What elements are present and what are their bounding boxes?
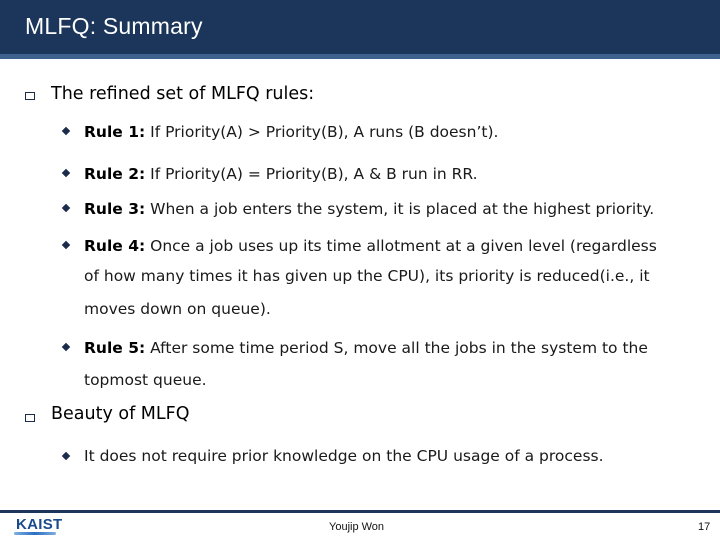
diamond-bullet-icon xyxy=(61,203,71,213)
square-bullet-icon xyxy=(25,414,35,422)
rule-label: Rule 4: xyxy=(84,237,146,255)
rule-item: Rule 2: If Priority(A) = Priority(B), A … xyxy=(84,158,704,190)
rule-item: Rule 1: If Priority(A) > Priority(B), A … xyxy=(84,116,704,148)
diamond-bullet-icon xyxy=(61,451,71,461)
diamond-bullet-icon xyxy=(61,240,71,250)
rule-item: Rule 4: Once a job uses up its time allo… xyxy=(84,230,704,262)
diamond-bullet-icon xyxy=(61,342,71,352)
title-bar-accent xyxy=(0,54,720,59)
rule-text: When a job enters the system, it is plac… xyxy=(150,200,655,218)
logo-swoosh-icon xyxy=(14,532,56,535)
section-heading: Beauty of MLFQ xyxy=(51,404,190,424)
logo-text: KAIST xyxy=(16,516,63,533)
rule-item: Rule 3: When a job enters the system, it… xyxy=(84,193,704,225)
footer-author: Youjip Won xyxy=(329,521,385,533)
rule-label: Rule 1: xyxy=(84,123,146,141)
rule-text-continued: of how many times it has given up the CP… xyxy=(84,267,650,285)
section-heading: The refined set of MLFQ rules: xyxy=(51,84,315,104)
square-bullet-icon xyxy=(25,92,35,100)
slide-title: MLFQ: Summary xyxy=(25,13,203,39)
diamond-bullet-icon xyxy=(61,168,71,178)
rule-text-continued: topmost queue. xyxy=(84,371,207,389)
list-item: It does not require prior knowledge on t… xyxy=(84,447,604,465)
rule-text-continued: moves down on queue). xyxy=(84,300,271,318)
rule-text: After some time period S, move all the j… xyxy=(150,339,648,357)
page-number: 17 xyxy=(698,521,711,533)
rule-text: If Priority(A) > Priority(B), A runs (B … xyxy=(150,123,499,141)
rule-label: Rule 2: xyxy=(84,165,146,183)
diamond-bullet-icon xyxy=(61,126,71,136)
rule-label: Rule 5: xyxy=(84,339,146,357)
rule-text: Once a job uses up its time allotment at… xyxy=(150,237,657,255)
kaist-logo: KAIST xyxy=(14,516,62,536)
rule-label: Rule 3: xyxy=(84,200,146,218)
rule-item: Rule 5: After some time period S, move a… xyxy=(84,332,704,364)
rule-text: If Priority(A) = Priority(B), A & B run … xyxy=(150,165,478,183)
footer-divider xyxy=(0,510,720,513)
